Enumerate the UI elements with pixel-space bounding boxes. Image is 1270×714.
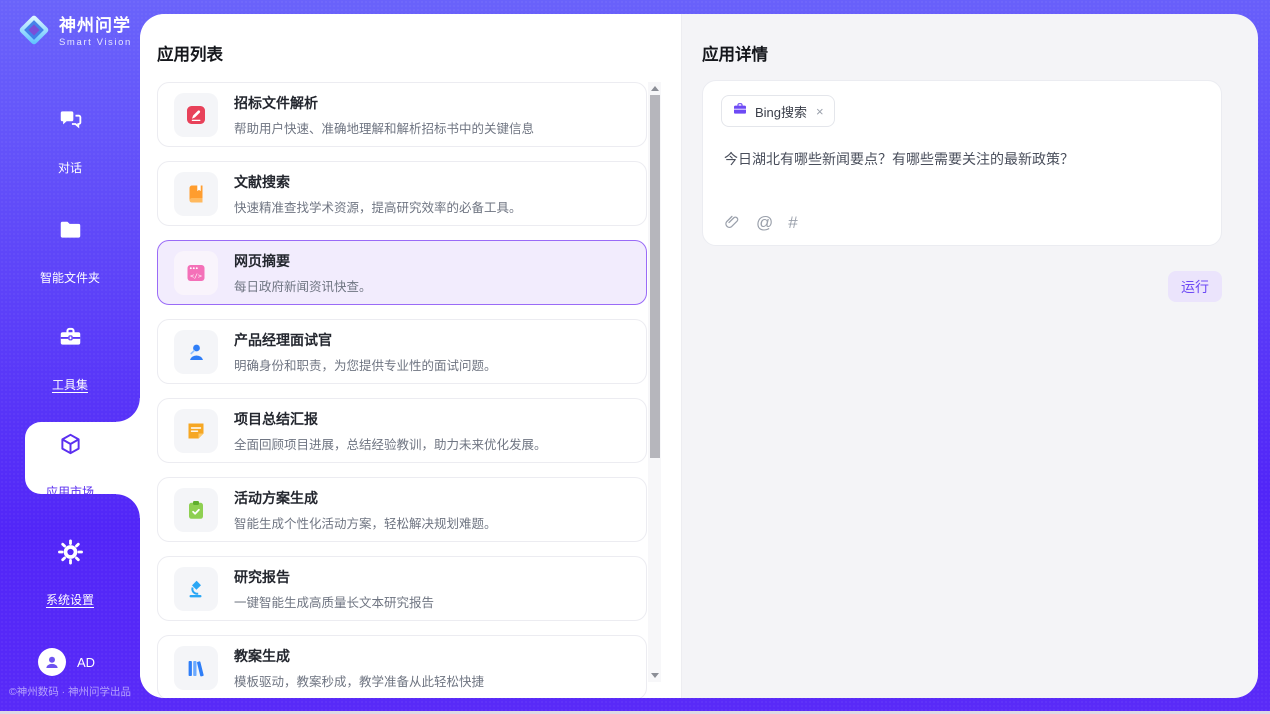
composer-toolbar: @# — [723, 212, 798, 232]
scroll-down-arrow-icon[interactable] — [651, 673, 659, 678]
app-name: 招标文件解析 — [234, 93, 534, 113]
app-description: 帮助用户快速、准确地理解和解析招标书中的关键信息 — [234, 118, 534, 137]
avatar — [38, 648, 66, 676]
sidebar: 神州问学 Smart Vision 对话 智能文件夹 工具集 应用市场 系统设置… — [0, 0, 140, 714]
literature-search-icon — [174, 172, 218, 216]
app-description: 快速精准查找学术资源，提高研究效率的必备工具。 — [234, 197, 522, 216]
svg-text:</>: </> — [190, 271, 202, 279]
scrollbar[interactable] — [648, 82, 661, 682]
project-report-icon — [174, 409, 218, 453]
mention-icon[interactable]: @ — [756, 214, 773, 231]
app-list-title: 应用列表 — [157, 41, 223, 65]
app-list-panel: 应用列表 招标文件解析 帮助用户快速、准确地理解和解析招标书中的关键信息 文献搜… — [140, 14, 682, 698]
tool-chip-label: Bing搜索 — [755, 102, 807, 121]
briefcase-icon — [732, 101, 748, 122]
research-report-icon — [174, 567, 218, 611]
content-area: 应用列表 招标文件解析 帮助用户快速、准确地理解和解析招标书中的关键信息 文献搜… — [140, 14, 1258, 698]
app-description: 全面回顾项目进展，总结经验教训，助力未来优化发展。 — [234, 434, 547, 453]
tool-chip-bing-search[interactable]: Bing搜索 × — [721, 95, 835, 127]
copyright-text: ©神州数码 · 神州问学出品 — [0, 684, 140, 699]
app-name: 文献搜索 — [234, 172, 522, 192]
attachment-icon[interactable] — [723, 212, 741, 232]
app-card[interactable]: 文献搜索 快速精准查找学术资源，提高研究效率的必备工具。 — [157, 161, 647, 226]
activity-plan-icon — [174, 488, 218, 532]
app-name: 产品经理面试官 — [234, 330, 497, 350]
app-name: 网页摘要 — [234, 251, 372, 271]
prompt-composer[interactable]: Bing搜索 × 今日湖北有哪些新闻要点？有哪些需要关注的最新政策？ @# — [702, 80, 1222, 246]
gear-icon — [0, 538, 140, 566]
app-card[interactable]: </> 网页摘要 每日政府新闻资讯快查。 — [157, 240, 647, 305]
sidebar-item-label: 对话 — [58, 159, 82, 176]
close-icon[interactable]: × — [816, 105, 824, 118]
scrollbar-thumb[interactable] — [650, 95, 660, 458]
bid-parse-icon — [174, 93, 218, 137]
app-card[interactable]: 项目总结汇报 全面回顾项目进展，总结经验教训，助力未来优化发展。 — [157, 398, 647, 463]
app-card[interactable]: 教案生成 模板驱动，教案秒成，教学准备从此轻松快捷 — [157, 635, 647, 698]
sidebar-item-settings[interactable]: 系统设置 — [0, 538, 140, 609]
app-card[interactable]: 活动方案生成 智能生成个性化活动方案，轻松解决规划难题。 — [157, 477, 647, 542]
sidebar-item-label: 应用市场 — [46, 483, 94, 500]
cube-icon — [0, 430, 140, 458]
app-name: 教案生成 — [234, 646, 484, 666]
toolbox-icon — [0, 323, 140, 351]
app-detail-title: 应用详情 — [702, 41, 768, 65]
user-initials: AD — [77, 655, 95, 670]
chat-icon — [0, 106, 140, 134]
app-card[interactable]: 研究报告 一键智能生成高质量长文本研究报告 — [157, 556, 647, 621]
sidebar-item-market[interactable]: 应用市场 — [0, 430, 140, 501]
app-name: 研究报告 — [234, 567, 434, 587]
brand-name: 神州问学 — [59, 17, 132, 36]
sidebar-item-label: 系统设置 — [46, 591, 94, 608]
brand-logo: 神州问学 Smart Vision — [16, 12, 132, 53]
folder-icon — [0, 216, 140, 244]
user-account[interactable]: AD — [38, 648, 95, 676]
sidebar-item-label: 工具集 — [52, 376, 88, 393]
lesson-plan-icon — [174, 646, 218, 690]
sidebar-item-label: 智能文件夹 — [40, 269, 100, 286]
brand-subtitle: Smart Vision — [59, 37, 132, 48]
app-description: 一键智能生成高质量长文本研究报告 — [234, 592, 434, 611]
app-list: 招标文件解析 帮助用户快速、准确地理解和解析招标书中的关键信息 文献搜索 快速精… — [157, 82, 647, 698]
hash-icon[interactable]: # — [788, 214, 797, 231]
web-summary-icon: </> — [174, 251, 218, 295]
prompt-text[interactable]: 今日湖北有哪些新闻要点？有哪些需要关注的最新政策？ — [724, 149, 1201, 169]
app-card[interactable]: 产品经理面试官 明确身份和职责，为您提供专业性的面试问题。 — [157, 319, 647, 384]
scroll-up-arrow-icon[interactable] — [651, 86, 659, 91]
app-description: 智能生成个性化活动方案，轻松解决规划难题。 — [234, 513, 497, 532]
run-button[interactable]: 运行 — [1168, 271, 1222, 302]
app-card[interactable]: 招标文件解析 帮助用户快速、准确地理解和解析招标书中的关键信息 — [157, 82, 647, 147]
app-name: 活动方案生成 — [234, 488, 497, 508]
app-description: 每日政府新闻资讯快查。 — [234, 276, 372, 295]
app-name: 项目总结汇报 — [234, 409, 547, 429]
sidebar-item-chat[interactable]: 对话 — [0, 106, 140, 177]
app-description: 模板驱动，教案秒成，教学准备从此轻松快捷 — [234, 671, 484, 690]
app-description: 明确身份和职责，为您提供专业性的面试问题。 — [234, 355, 497, 374]
sidebar-item-folders[interactable]: 智能文件夹 — [0, 216, 140, 287]
interviewer-icon — [174, 330, 218, 374]
sidebar-item-tools[interactable]: 工具集 — [0, 323, 140, 394]
diamond-logo-icon — [16, 12, 52, 53]
